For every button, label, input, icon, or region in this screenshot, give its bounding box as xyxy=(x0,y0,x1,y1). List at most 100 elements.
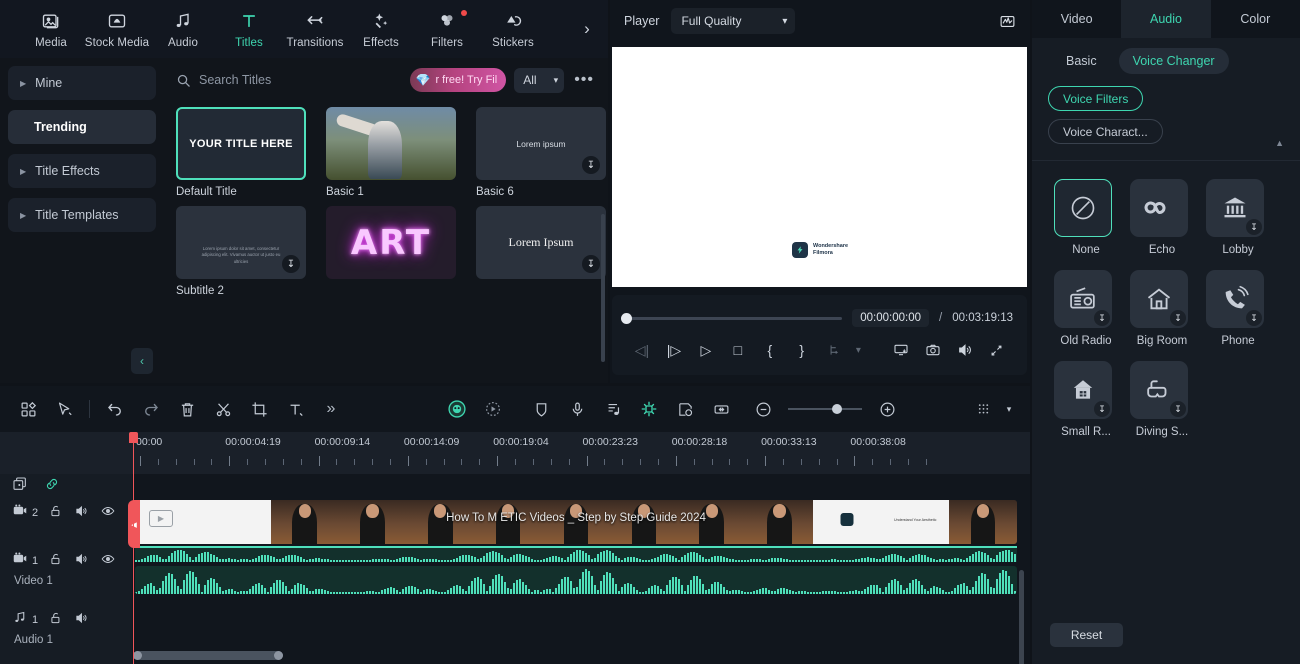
undo-button[interactable] xyxy=(97,395,133,423)
tabs-next-button[interactable]: › xyxy=(576,18,598,40)
sidebar-item-trending[interactable]: Trending xyxy=(8,110,156,144)
keyframe-dropdown[interactable]: ▾ xyxy=(850,338,867,362)
scroll-handle-left[interactable] xyxy=(133,651,142,660)
filter-select[interactable]: All ▾ xyxy=(514,67,565,93)
search-input[interactable] xyxy=(199,73,402,87)
seek-slider[interactable] xyxy=(621,312,843,324)
quality-select[interactable]: Full Quality ▾ xyxy=(671,8,796,34)
chevron-up-icon[interactable]: ▲ xyxy=(1275,138,1284,148)
clip-trim-handle-left[interactable]: ◂ xyxy=(128,500,140,548)
ai-portrait-button[interactable] xyxy=(439,395,475,423)
auto-reframe-button[interactable] xyxy=(475,395,511,423)
stop-button[interactable]: □ xyxy=(722,338,754,362)
crop-button[interactable] xyxy=(241,395,277,423)
sidebar-item-mine[interactable]: ▶ Mine xyxy=(8,66,156,100)
voice-filter-none[interactable]: None xyxy=(1054,179,1118,256)
grid-view-button[interactable] xyxy=(10,395,46,423)
waveform-scope-icon[interactable] xyxy=(999,13,1016,30)
render-preview-button[interactable] xyxy=(667,395,703,423)
download-icon[interactable]: ↧ xyxy=(1246,219,1262,235)
tab-video[interactable]: Video xyxy=(1032,0,1121,38)
library-card[interactable]: ART xyxy=(326,206,456,297)
more-tools-button[interactable]: » xyxy=(313,395,349,423)
voice-filter-diving-suit[interactable]: ↧ Diving S... xyxy=(1130,361,1194,438)
voiceover-button[interactable] xyxy=(559,395,595,423)
filter-thumb[interactable] xyxy=(1054,179,1112,237)
zoom-slider[interactable] xyxy=(788,404,862,414)
audio-clip[interactable] xyxy=(135,566,1017,594)
zoom-out-button[interactable] xyxy=(745,395,781,423)
voice-filter-echo[interactable]: Echo xyxy=(1130,179,1194,256)
tab-titles[interactable]: Titles xyxy=(216,10,282,49)
mute-icon[interactable] xyxy=(74,552,89,571)
delete-button[interactable] xyxy=(169,395,205,423)
thumbnail[interactable]: YOUR TITLE HERE xyxy=(176,107,306,180)
eye-icon[interactable] xyxy=(100,552,116,571)
voice-filter-small-room[interactable]: ↧ Small R... xyxy=(1054,361,1118,438)
seek-handle[interactable] xyxy=(621,312,632,324)
lock-icon[interactable] xyxy=(49,552,63,571)
current-time[interactable]: 00:00:00:00 xyxy=(852,309,930,327)
select-tool-button[interactable] xyxy=(46,395,82,423)
tab-stickers[interactable]: Stickers xyxy=(480,10,546,49)
sidebar-collapse-button[interactable]: ‹ xyxy=(131,348,153,374)
snapshot-button[interactable] xyxy=(917,338,949,362)
track-header-video-1[interactable]: 1 xyxy=(0,550,132,572)
thumbnail[interactable] xyxy=(326,107,456,180)
redo-button[interactable] xyxy=(133,395,169,423)
download-icon[interactable]: ↧ xyxy=(1094,310,1110,326)
mute-icon[interactable] xyxy=(74,611,89,630)
thumbnail[interactable]: Lorem Ipsum ↧ xyxy=(476,206,606,279)
next-frame-button[interactable]: |▷ xyxy=(658,338,690,362)
add-track-icon[interactable] xyxy=(12,476,28,497)
filter-thumb[interactable]: ↧ xyxy=(1130,361,1188,419)
download-icon[interactable]: ↧ xyxy=(1246,310,1262,326)
mute-icon[interactable] xyxy=(74,504,89,523)
timeline-horizontal-scrollbar[interactable] xyxy=(133,651,283,660)
reset-button[interactable]: Reset xyxy=(1050,623,1123,647)
playhead-handle[interactable] xyxy=(129,432,138,443)
sidebar-item-title-effects[interactable]: ▶ Title Effects xyxy=(8,154,156,188)
tab-audio[interactable]: Audio xyxy=(1121,0,1211,38)
thumbnail[interactable]: Lorem ipsum ↧ xyxy=(476,107,606,180)
voice-filter-phone[interactable]: ↧ Phone xyxy=(1206,270,1270,347)
sidebar-item-title-templates[interactable]: ▶ Title Templates xyxy=(8,198,156,232)
tab-audio[interactable]: Audio xyxy=(150,10,216,49)
filter-thumb[interactable]: ↧ xyxy=(1130,270,1188,328)
track-header-audio-1[interactable]: 1 xyxy=(0,609,132,631)
library-more-button[interactable]: ••• xyxy=(572,71,596,89)
voice-filter-big-room[interactable]: ↧ Big Room xyxy=(1130,270,1194,347)
voice-filter-old-radio[interactable]: ↧ Old Radio xyxy=(1054,270,1118,347)
voice-filter-lobby[interactable]: ↧ Lobby xyxy=(1206,179,1270,256)
fullscreen-button[interactable] xyxy=(981,338,1013,362)
timeline-vertical-scrollbar[interactable] xyxy=(1019,570,1024,664)
play-button[interactable]: ▷ xyxy=(690,338,722,362)
eye-icon[interactable] xyxy=(100,504,116,523)
tab-filters[interactable]: Filters xyxy=(414,9,480,49)
fit-timeline-button[interactable] xyxy=(703,395,739,423)
subtab-voice-changer[interactable]: Voice Changer xyxy=(1118,48,1229,74)
volume-button[interactable] xyxy=(949,338,981,362)
library-card[interactable]: Basic 1 xyxy=(326,107,456,198)
playhead[interactable] xyxy=(129,432,138,664)
promo-banner[interactable]: 💎 r free! Try Fil xyxy=(409,68,507,92)
library-card[interactable]: Lorem Ipsum ↧ xyxy=(476,206,606,297)
text-tool-button[interactable] xyxy=(277,395,313,423)
preview-canvas[interactable]: Wondershare Filmora xyxy=(612,47,1027,287)
split-button[interactable] xyxy=(205,395,241,423)
zoom-handle[interactable] xyxy=(832,404,842,414)
tab-stock-media[interactable]: Stock Media xyxy=(84,10,150,49)
download-icon[interactable]: ↧ xyxy=(1170,401,1186,417)
download-icon[interactable]: ↧ xyxy=(582,255,600,273)
library-card[interactable]: YOUR TITLE HERE Default Title xyxy=(176,107,306,198)
prev-frame-button[interactable]: ◁| xyxy=(626,338,658,362)
track-header-video-2[interactable]: 2 xyxy=(0,502,132,524)
thumbnail[interactable]: ART xyxy=(326,206,456,279)
download-icon[interactable]: ↧ xyxy=(1170,310,1186,326)
library-scrollbar[interactable] xyxy=(601,214,605,362)
subtab-basic[interactable]: Basic xyxy=(1052,48,1111,74)
link-icon[interactable] xyxy=(44,476,60,497)
mark-in-button[interactable]: { xyxy=(754,338,786,362)
chip-voice-filters[interactable]: Voice Filters xyxy=(1048,86,1144,111)
timeline-settings-button[interactable] xyxy=(965,395,1001,423)
